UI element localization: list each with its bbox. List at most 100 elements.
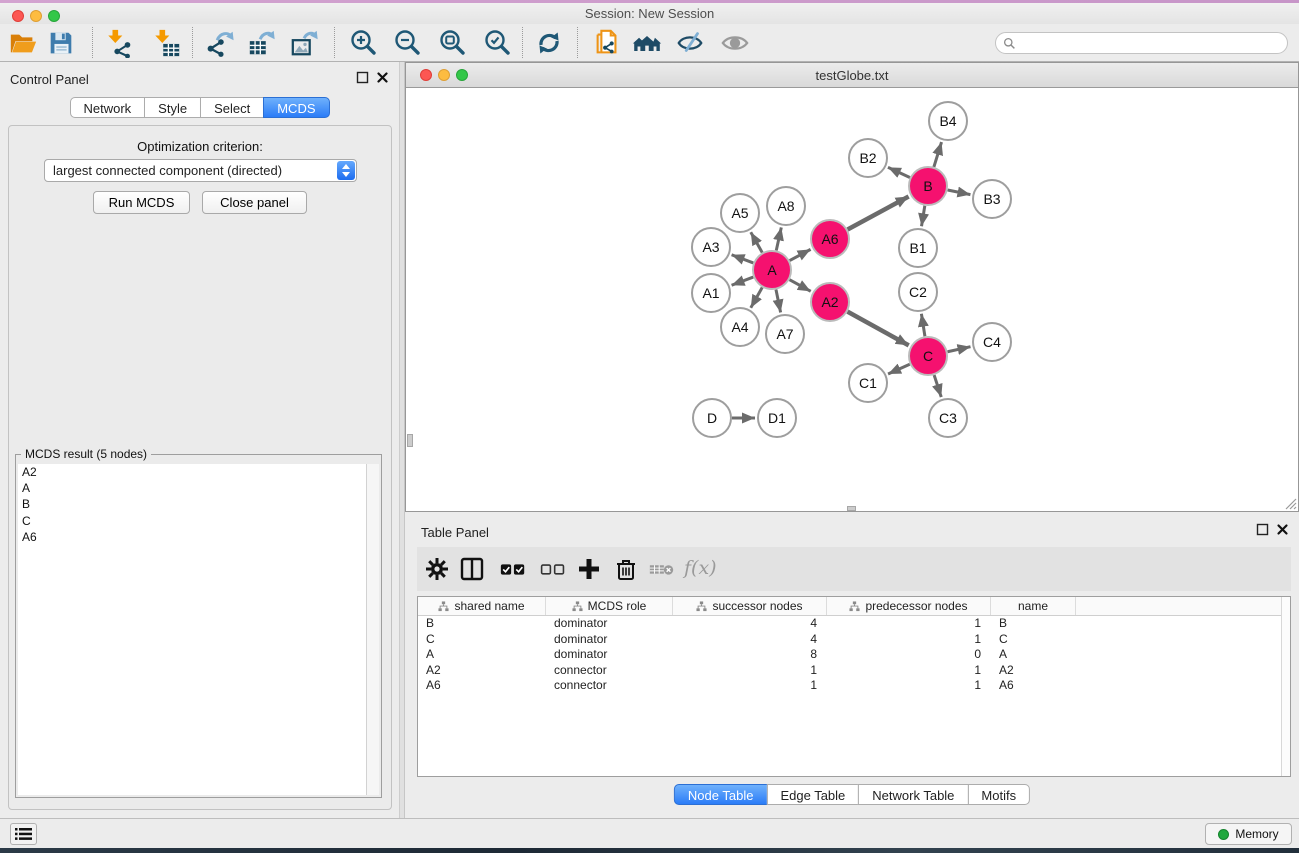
select-all-icon[interactable] [499, 555, 527, 583]
tab-edge-table[interactable]: Edge Table [766, 784, 859, 805]
node-A1[interactable]: A1 [692, 274, 730, 312]
mcds-list-scrollbar[interactable] [366, 464, 379, 795]
zoom-out-icon[interactable] [392, 28, 422, 58]
edge-B-B1[interactable] [922, 206, 925, 227]
open-file-icon[interactable] [8, 28, 38, 58]
node-B4[interactable]: B4 [929, 102, 967, 140]
table-row[interactable]: Adominator80A [418, 647, 1290, 663]
table-close-icon[interactable] [1276, 523, 1289, 536]
export-image-icon[interactable] [290, 28, 320, 58]
table-scrollbar[interactable] [1281, 597, 1290, 776]
home-icon[interactable] [632, 28, 662, 58]
node-D[interactable]: D [693, 399, 731, 437]
node-A4[interactable]: A4 [721, 308, 759, 346]
edge-A-A6[interactable] [790, 249, 811, 260]
settings-gear-icon[interactable] [423, 555, 451, 583]
column-header-name[interactable]: name [991, 597, 1076, 615]
zoom-in-icon[interactable] [348, 28, 378, 58]
tab-select[interactable]: Select [200, 97, 264, 118]
table-row[interactable]: A6connector11A6 [418, 678, 1290, 694]
edge-A6-B[interactable] [848, 196, 909, 229]
node-B1[interactable]: B1 [899, 229, 937, 267]
network-zoom-button[interactable] [456, 69, 468, 81]
table-row[interactable]: Bdominator41B [418, 616, 1290, 632]
import-network-icon[interactable] [105, 28, 135, 58]
network-minimize-button[interactable] [438, 69, 450, 81]
zoom-fit-icon[interactable] [437, 28, 467, 58]
resize-grip[interactable] [1284, 497, 1297, 510]
node-B3[interactable]: B3 [973, 180, 1011, 218]
node-A[interactable]: A [753, 251, 791, 289]
tab-network[interactable]: Network [69, 97, 145, 118]
node-B[interactable]: B [909, 167, 947, 205]
mcds-result-item[interactable]: A [18, 480, 366, 496]
mcds-result-item[interactable]: A6 [18, 529, 366, 545]
edge-A-A2[interactable] [790, 280, 811, 292]
node-C1[interactable]: C1 [849, 364, 887, 402]
show-hide-icon[interactable] [720, 28, 750, 58]
edge-B-B2[interactable] [888, 167, 910, 177]
column-header-shared-name[interactable]: shared name [418, 597, 546, 615]
function-builder-icon[interactable]: f(x) [684, 557, 717, 579]
node-A7[interactable]: A7 [766, 315, 804, 353]
edge-C-C2[interactable] [921, 314, 925, 337]
network-canvas[interactable]: B4B2BB3A8A5A6A3B1AC2A1A2A4A7C4CC1C3DD1 [406, 89, 1298, 511]
node-A8[interactable]: A8 [767, 187, 805, 225]
export-table-icon[interactable] [247, 28, 277, 58]
float-panel-icon[interactable] [356, 71, 369, 84]
network-close-button[interactable] [420, 69, 432, 81]
tab-mcds[interactable]: MCDS [263, 97, 329, 118]
search-input[interactable] [1020, 34, 1280, 52]
export-network-icon[interactable] [205, 28, 235, 58]
mcds-result-item[interactable]: A2 [18, 464, 366, 480]
tab-style[interactable]: Style [144, 97, 201, 118]
column-header-successor-nodes[interactable]: successor nodes [673, 597, 827, 615]
column-header-MCDS-role[interactable]: MCDS role [546, 597, 673, 615]
vertical-scroll-thumb[interactable] [407, 434, 413, 447]
new-network-from-selection-icon[interactable] [592, 28, 622, 58]
node-A5[interactable]: A5 [721, 194, 759, 232]
mcds-result-item[interactable]: B [18, 496, 366, 512]
run-mcds-button[interactable]: Run MCDS [93, 191, 190, 214]
zoom-window-button[interactable] [48, 10, 60, 22]
style-preview-icon[interactable] [675, 28, 705, 58]
search-field[interactable] [995, 32, 1288, 54]
node-B2[interactable]: B2 [849, 139, 887, 177]
memory-button[interactable]: Memory [1205, 823, 1292, 845]
node-C2[interactable]: C2 [899, 273, 937, 311]
edge-B-B4[interactable] [934, 142, 942, 167]
table-row[interactable]: Cdominator41C [418, 632, 1290, 648]
close-panel-button[interactable]: Close panel [202, 191, 307, 214]
delete-table-icon[interactable] [648, 555, 676, 583]
edge-A-A7[interactable] [776, 290, 781, 313]
node-A6[interactable]: A6 [811, 220, 849, 258]
edge-C-C1[interactable] [888, 364, 910, 374]
node-A2[interactable]: A2 [811, 283, 849, 321]
close-panel-icon[interactable] [376, 71, 389, 84]
edge-A-A1[interactable] [732, 277, 754, 285]
deselect-all-icon[interactable] [539, 555, 567, 583]
edge-A-A4[interactable] [751, 287, 762, 307]
column-header-predecessor-nodes[interactable]: predecessor nodes [827, 597, 991, 615]
add-column-icon[interactable] [575, 555, 603, 583]
table-float-icon[interactable] [1256, 523, 1269, 536]
node-D1[interactable]: D1 [758, 399, 796, 437]
node-A3[interactable]: A3 [692, 228, 730, 266]
close-window-button[interactable] [12, 10, 24, 22]
edge-A2-C[interactable] [848, 312, 909, 346]
save-session-icon[interactable] [46, 28, 76, 58]
mcds-result-item[interactable]: C [18, 513, 366, 529]
edge-A-A8[interactable] [776, 227, 781, 250]
import-table-icon[interactable] [152, 28, 182, 58]
node-C4[interactable]: C4 [973, 323, 1011, 361]
delete-column-icon[interactable] [612, 555, 640, 583]
tab-network-table[interactable]: Network Table [858, 784, 968, 805]
horizontal-scroll-thumb[interactable] [847, 506, 856, 511]
edge-C-C3[interactable] [934, 375, 941, 397]
minimize-window-button[interactable] [30, 10, 42, 22]
edge-C-C4[interactable] [948, 347, 971, 352]
edge-B-B3[interactable] [948, 190, 971, 195]
refresh-icon[interactable] [534, 28, 564, 58]
tab-motifs[interactable]: Motifs [967, 784, 1030, 805]
node-C[interactable]: C [909, 337, 947, 375]
